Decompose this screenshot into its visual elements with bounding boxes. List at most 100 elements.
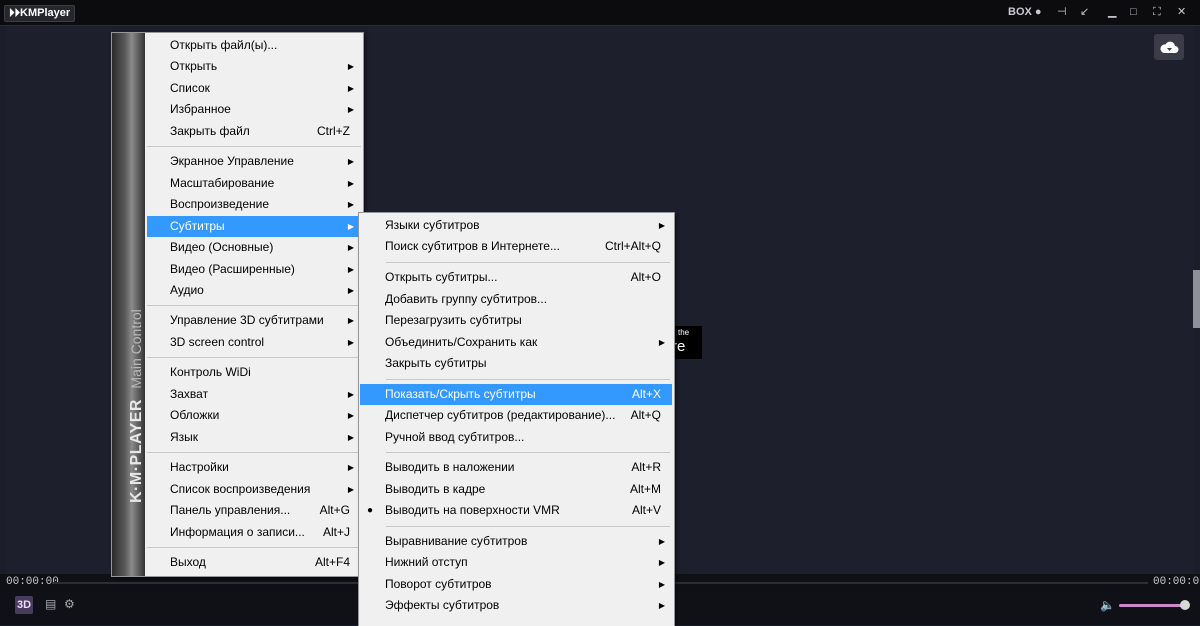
main-menu-item[interactable]: Выход Alt+F4 — [147, 552, 361, 573]
volume-knob[interactable] — [1180, 600, 1190, 610]
main-menu-item[interactable]: Захват ▶ — [147, 384, 361, 405]
menu-item-label: Выводить в кадре — [385, 482, 486, 496]
menu-brand-stripe: K·M·PLAYER Main Control — [112, 33, 145, 576]
subtitle-menu-item[interactable]: Ручной ввод субтитров... — [360, 427, 672, 448]
main-menu-item[interactable]: Субтитры ▶ — [147, 216, 361, 237]
menu-item-shortcut: Alt+O — [630, 270, 661, 284]
menu-item-label: Выводить на поверхности VMR — [385, 503, 560, 517]
subtitle-menu-item[interactable]: ● Выводить на поверхности VMR Alt+V — [360, 500, 672, 521]
pin-icon[interactable]: ⊣ — [1057, 5, 1067, 19]
subtitle-menu-item[interactable]: Закрыть субтитры — [360, 353, 672, 374]
main-menu-item[interactable]: Видео (Основные) ▶ — [147, 237, 361, 258]
menu-item-label: Объединить/Сохранить как — [385, 335, 538, 349]
menu-item-label: Поиск субтитров в Интернете... — [385, 239, 560, 253]
menu-item-label: Закрыть субтитры — [385, 356, 487, 370]
menu-separator — [386, 452, 670, 453]
main-menu-item[interactable]: Аудио ▶ — [147, 280, 361, 301]
speaker-icon[interactable]: 🔈 — [1100, 598, 1115, 612]
cloud-button[interactable] — [1154, 34, 1184, 60]
main-menu-item[interactable]: Закрыть файл Ctrl+Z — [147, 121, 361, 142]
main-menu-item[interactable]: Видео (Расширенные) ▶ — [147, 259, 361, 280]
submenu-arrow-icon: ▶ — [347, 286, 354, 295]
submenu-arrow-icon: ▶ — [347, 157, 354, 166]
main-menu-item[interactable]: 3D screen control ▶ — [147, 332, 361, 353]
submenu-arrow-icon: ▶ — [347, 62, 354, 71]
playlist-icon[interactable]: ▤ — [45, 597, 56, 611]
menu-item-label: Захват — [170, 387, 209, 401]
subtitle-menu-item[interactable]: Объединить/Сохранить как ▶ — [360, 332, 672, 353]
menu-item-shortcut: Ctrl+Z — [317, 124, 350, 138]
menu-item-shortcut: Alt+F4 — [314, 555, 350, 569]
volume-slider[interactable] — [1119, 604, 1187, 607]
title-bar: ⏵⏵KMPlayer BOX ● ⊣ ↙ ▁ □ ⛶ ✕ — [0, 0, 1200, 26]
main-menu-item[interactable]: Избранное ▶ — [147, 99, 361, 120]
menu-check-mark: ● — [367, 505, 374, 516]
menu-item-label: Выравнивание субтитров — [385, 534, 528, 548]
elapsed-time: 00:00:00 — [6, 576, 59, 588]
subtitle-menu-item[interactable]: Выводить в наложении Alt+R — [360, 457, 672, 478]
badge-small-text: the — [678, 328, 690, 337]
main-menu-item[interactable]: Список воспроизведения ▶ — [147, 479, 361, 500]
main-menu-item[interactable]: Список ▶ — [147, 78, 361, 99]
main-menu-item[interactable]: Управление 3D субтитрами ▶ — [147, 310, 361, 331]
subtitle-menu-item[interactable]: Эффекты субтитров ▶ — [360, 595, 672, 616]
menu-item-label: Выводить в наложении — [385, 460, 515, 474]
subtitle-menu-item[interactable]: Выравнивание субтитров ▶ — [360, 531, 672, 552]
app-logo[interactable]: ⏵⏵KMPlayer — [4, 5, 76, 22]
subtitle-menu-item[interactable]: Диспетчер субтитров (редактирование)... A… — [360, 405, 672, 426]
menu-item-shortcut: Alt+G — [319, 503, 350, 517]
maximize-icon[interactable]: □ — [1130, 5, 1137, 19]
submenu-arrow-icon: ▶ — [347, 105, 354, 114]
box-label[interactable]: BOX ● — [1008, 5, 1042, 19]
cloud-icon — [1160, 41, 1179, 53]
submenu-arrow-icon: ▶ — [658, 601, 665, 610]
minimize-icon[interactable]: ▁ — [1108, 5, 1116, 19]
main-menu-item[interactable]: Язык ▶ — [147, 427, 361, 448]
menu-item-label: Контроль WiDi — [170, 365, 251, 379]
menu-item-label: Диспетчер субтитров (редактирование)... — [385, 408, 616, 422]
menu-item-label: Список — [170, 81, 210, 95]
main-menu-item[interactable]: Экранное Управление ▶ — [147, 151, 361, 172]
main-menu-item[interactable]: Воспроизведение ▶ — [147, 194, 361, 215]
subtitle-menu-item[interactable]: Поиск субтитров в Интернете... Ctrl+Alt+Q — [360, 236, 672, 257]
menu-item-shortcut: Alt+V — [631, 503, 661, 517]
main-menu-item[interactable]: Информация о записи... Alt+J — [147, 522, 361, 543]
main-menu-item[interactable]: Открыть ▶ — [147, 56, 361, 77]
3d-button[interactable]: 3D — [15, 596, 33, 614]
main-menu-item[interactable]: Открыть файл(ы)... — [147, 35, 361, 56]
main-menu-item[interactable]: Контроль WiDi — [147, 362, 361, 383]
side-panel-handle[interactable] — [1193, 270, 1200, 328]
main-menu-item[interactable]: Масштабирование ▶ — [147, 173, 361, 194]
subtitle-menu-item[interactable]: Показать/Скрыть субтитры Alt+X — [360, 384, 672, 405]
menu-item-label: Выход — [170, 555, 206, 569]
main-menu-item[interactable]: Обложки ▶ — [147, 405, 361, 426]
subtitle-menu-item[interactable]: Добавить группу субтитров... — [360, 289, 672, 310]
fullscreen-icon[interactable]: ⛶ — [1153, 5, 1161, 19]
menu-separator — [386, 379, 670, 380]
submenu-arrow-icon: ▶ — [658, 221, 665, 230]
subtitle-menu-item[interactable]: Поворот субтитров ▶ — [360, 574, 672, 595]
close-icon[interactable]: ✕ — [1177, 5, 1186, 19]
subtitle-menu-item[interactable]: Открыть субтитры... Alt+O — [360, 267, 672, 288]
store-badge[interactable]: the re — [672, 326, 702, 359]
subtitle-menu-item[interactable]: Выводить в кадре Alt+M — [360, 479, 672, 500]
main-menu-item[interactable]: Настройки ▶ — [147, 457, 361, 478]
total-time: 00:00:00 — [1153, 576, 1200, 588]
menu-item-shortcut: Alt+J — [322, 525, 350, 539]
submenu-arrow-icon: ▶ — [347, 316, 354, 325]
main-menu-item[interactable]: Панель управления... Alt+G — [147, 500, 361, 521]
menu-item-label: 3D screen control — [170, 335, 265, 349]
submenu-arrow-icon: ▶ — [347, 433, 354, 442]
menu-item-label: Закрыть файл — [170, 124, 250, 138]
submenu-arrow-icon: ▶ — [347, 411, 354, 420]
subtitle-menu-item[interactable]: Нижний отступ ▶ — [360, 552, 672, 573]
menu-separator — [147, 357, 361, 358]
subtitle-menu-item[interactable]: Перезагрузить субтитры — [360, 310, 672, 331]
submenu-arrow-icon: ▶ — [347, 179, 354, 188]
mini-mode-icon[interactable]: ↙ — [1080, 5, 1089, 19]
menu-item-label: Избранное — [170, 102, 231, 116]
play-logo-icon: ⏵⏵ — [9, 7, 20, 19]
settings-gear-icon[interactable]: ⚙ — [64, 597, 75, 611]
subtitle-menu-item[interactable]: Языки субтитров ▶ — [360, 215, 672, 236]
menu-item-label: Открыть файл(ы)... — [170, 38, 278, 52]
